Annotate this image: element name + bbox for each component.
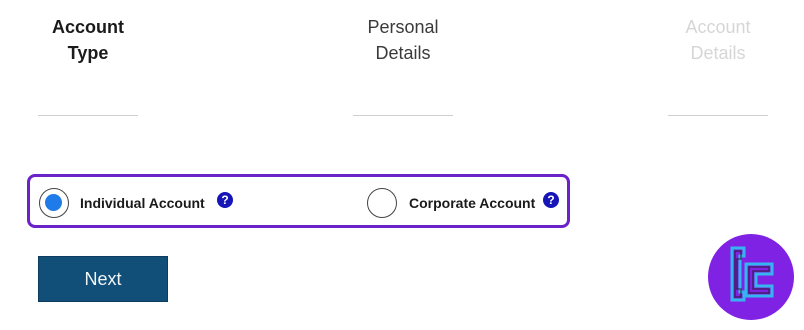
individual-account-radio[interactable] bbox=[39, 188, 69, 218]
step-personal-details-line2: Details bbox=[375, 43, 431, 63]
step-personal-details-line1: Personal bbox=[367, 17, 439, 37]
corporate-account-radio[interactable] bbox=[367, 188, 397, 218]
step-account-details-line2: Details bbox=[690, 43, 746, 63]
tc-brand-logo-icon bbox=[730, 246, 774, 302]
corporate-account-label[interactable]: Corporate Account bbox=[409, 195, 535, 211]
step-account-type-underline bbox=[38, 115, 138, 116]
corporate-account-help-icon[interactable]: ? bbox=[543, 192, 559, 208]
step-account-details: Account Details bbox=[638, 14, 798, 66]
step-account-type-line1: Account bbox=[52, 17, 124, 37]
brand-logo bbox=[708, 234, 794, 320]
step-account-details-line1: Account bbox=[685, 17, 751, 37]
step-account-type: Account Type bbox=[8, 14, 168, 66]
step-account-details-underline bbox=[668, 115, 768, 116]
individual-account-help-icon[interactable]: ? bbox=[217, 192, 233, 208]
step-personal-details: Personal Details bbox=[323, 14, 483, 66]
step-account-type-line2: Type bbox=[67, 43, 109, 63]
step-personal-details-underline bbox=[353, 115, 453, 116]
next-button[interactable]: Next bbox=[38, 256, 168, 302]
account-type-selector: Individual Account ? Corporate Account ? bbox=[27, 174, 570, 228]
individual-account-label[interactable]: Individual Account bbox=[80, 195, 205, 211]
account-wizard: Account Type Personal Details Account De… bbox=[0, 0, 804, 330]
